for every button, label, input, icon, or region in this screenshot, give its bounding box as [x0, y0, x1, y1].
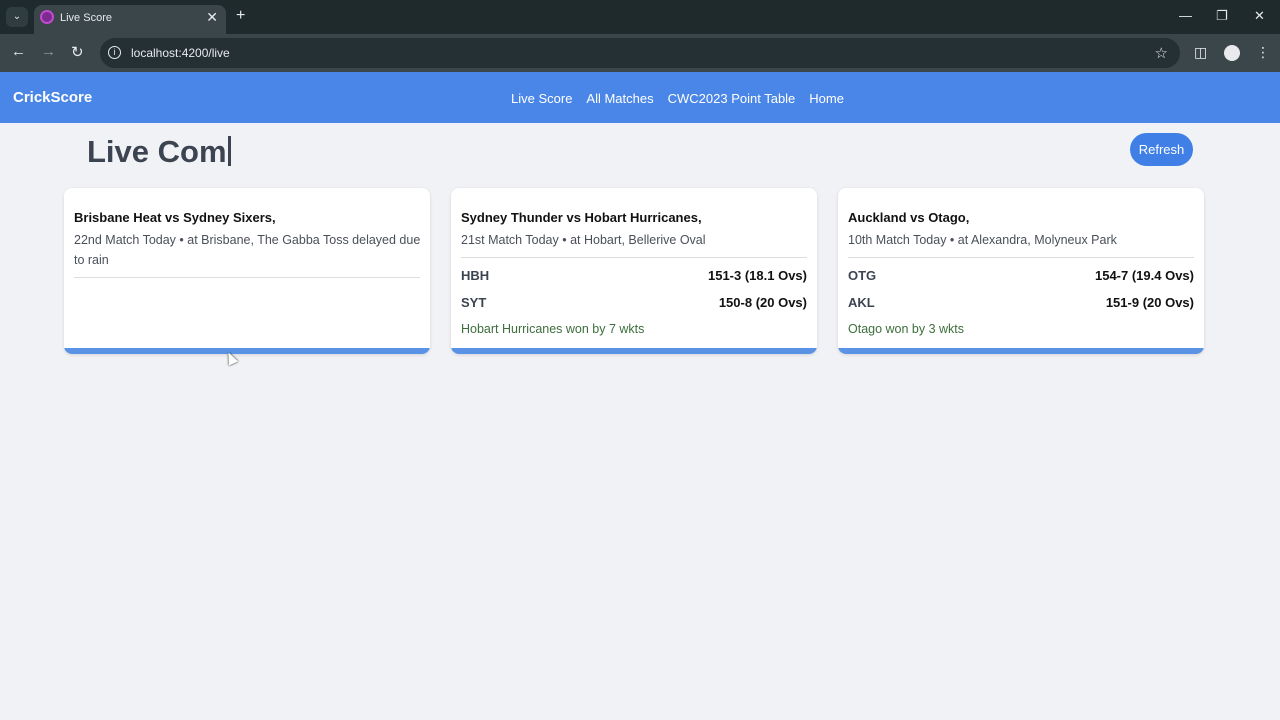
card-divider — [848, 257, 1194, 258]
team-code: SYT — [461, 295, 487, 310]
page-title: Live Com — [87, 134, 231, 170]
tab-title: Live Score — [60, 12, 112, 24]
reload-icon[interactable]: ↻ — [71, 43, 84, 61]
match-card[interactable]: Auckland vs Otago, 10th Match Today • at… — [838, 188, 1204, 354]
team-score: 150-8 (20 Ovs) — [718, 295, 807, 310]
team-score: 151-3 (18.1 Ovs) — [707, 268, 807, 283]
card-accent-bar — [64, 348, 430, 354]
refresh-button[interactable]: Refresh — [1130, 133, 1193, 166]
nav-home[interactable]: Home — [809, 91, 844, 106]
team-score: 154-7 (19.4 Ovs) — [1094, 268, 1194, 283]
card-divider — [461, 257, 807, 258]
match-title: Auckland vs Otago, — [848, 210, 970, 225]
team-code: AKL — [848, 295, 875, 310]
forward-icon[interactable]: → — [41, 43, 56, 60]
match-title: Sydney Thunder vs Hobart Hurricanes, — [461, 210, 702, 225]
match-subtitle: 10th Match Today • at Alexandra, Molyneu… — [848, 233, 1117, 247]
match-subtitle: 22nd Match Today • at Brisbane, The Gabb… — [74, 233, 421, 267]
typing-caret — [227, 136, 231, 166]
profile-icon[interactable] — [1224, 45, 1240, 61]
nav-all-matches[interactable]: All Matches — [586, 91, 653, 106]
back-icon[interactable]: ← — [11, 43, 26, 60]
page-title-text: Live Com — [87, 134, 227, 169]
brand-logo[interactable]: CrickScore — [13, 89, 92, 106]
match-title: Brisbane Heat vs Sydney Sixers, — [74, 210, 276, 225]
match-result: Otago won by 3 wkts — [848, 322, 965, 336]
card-divider — [74, 277, 420, 278]
match-card[interactable]: Sydney Thunder vs Hobart Hurricanes, 21s… — [451, 188, 817, 354]
nav-live-score[interactable]: Live Score — [511, 91, 572, 106]
window-close-icon[interactable]: ✕ — [1254, 8, 1265, 24]
new-tab-icon[interactable]: + — [236, 7, 245, 25]
team-score: 151-9 (20 Ovs) — [1105, 295, 1194, 310]
minimize-icon[interactable]: — — [1179, 8, 1192, 23]
favicon-icon — [40, 10, 54, 24]
url-text[interactable]: localhost:4200/live — [131, 46, 230, 60]
menu-icon[interactable]: ⋮ — [1256, 44, 1270, 61]
browser-tabstrip: ⌄ Live Score ✕ + — ❐ ✕ — [0, 0, 1280, 34]
team-code: HBH — [461, 268, 490, 283]
team-code: OTG — [848, 268, 877, 283]
tab-search-icon[interactable]: ⌄ — [6, 7, 28, 27]
address-bar[interactable]: i localhost:4200/live ☆ — [100, 38, 1180, 68]
card-accent-bar — [838, 348, 1204, 354]
match-result: Hobart Hurricanes won by 7 wkts — [461, 322, 645, 336]
app-navbar: CrickScore Live Score All Matches CWC202… — [0, 72, 1280, 123]
site-info-icon[interactable]: i — [108, 46, 121, 59]
side-panel-icon[interactable]: ◫ — [1194, 44, 1207, 61]
nav-links: Live Score All Matches CWC2023 Point Tab… — [511, 91, 844, 106]
match-card[interactable]: Brisbane Heat vs Sydney Sixers, 22nd Mat… — [64, 188, 430, 354]
browser-tab[interactable]: Live Score ✕ — [34, 5, 226, 34]
restore-icon[interactable]: ❐ — [1216, 8, 1228, 24]
browser-toolbar: ← → ↻ i localhost:4200/live ☆ ◫ ⋮ — [0, 34, 1280, 72]
bookmark-star-icon[interactable]: ☆ — [1155, 44, 1168, 62]
nav-point-table[interactable]: CWC2023 Point Table — [668, 91, 796, 106]
card-accent-bar — [451, 348, 817, 354]
close-icon[interactable]: ✕ — [206, 9, 218, 26]
match-subtitle: 21st Match Today • at Hobart, Bellerive … — [461, 233, 706, 247]
